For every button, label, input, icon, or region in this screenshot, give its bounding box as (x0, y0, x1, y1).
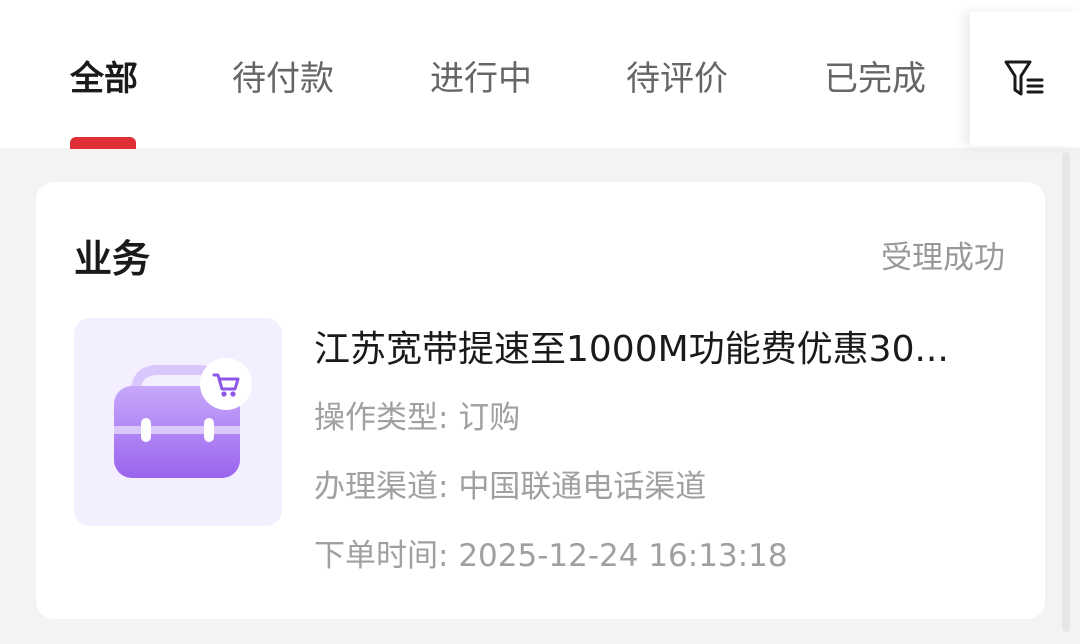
operation-type-row: 操作类型: 订购 (314, 396, 520, 440)
active-tab-indicator (70, 137, 136, 149)
briefcase-cart-icon (114, 358, 252, 478)
tab-all[interactable]: 全部 (70, 52, 138, 106)
tab-pending-payment[interactable]: 待付款 (232, 52, 334, 106)
channel-row: 办理渠道: 中国联通电话渠道 (314, 465, 706, 509)
order-time-label: 下单时间: (314, 538, 449, 574)
order-tab-bar: 全部 待付款 进行中 待评价 已完成 (0, 0, 1080, 149)
order-time-row: 下单时间: 2025-12-24 16:13:18 (314, 534, 788, 578)
tab-completed[interactable]: 已完成 (824, 52, 926, 106)
tab-pending-review[interactable]: 待评价 (626, 52, 728, 106)
channel-value: 中国联通电话渠道 (458, 469, 707, 505)
filter-icon (1004, 60, 1044, 96)
product-name: 江苏宽带提速至1000M功能费优惠30... (314, 329, 949, 370)
order-status: 受理成功 (881, 240, 1005, 276)
channel-label: 办理渠道: (314, 469, 449, 505)
order-card[interactable]: 业务 受理成功 江苏宽带提速至1000M功能费优惠30... 操作类型: 订购 (36, 182, 1045, 619)
order-time-value: 2025-12-24 16:13:18 (458, 538, 788, 574)
operation-type-label: 操作类型: (314, 400, 449, 436)
tab-in-progress[interactable]: 进行中 (430, 52, 532, 106)
product-thumbnail (74, 318, 282, 526)
scrollbar[interactable] (1062, 152, 1070, 632)
filter-button[interactable] (970, 12, 1080, 146)
operation-type-value: 订购 (458, 400, 521, 436)
order-category-title: 业务 (74, 237, 151, 281)
